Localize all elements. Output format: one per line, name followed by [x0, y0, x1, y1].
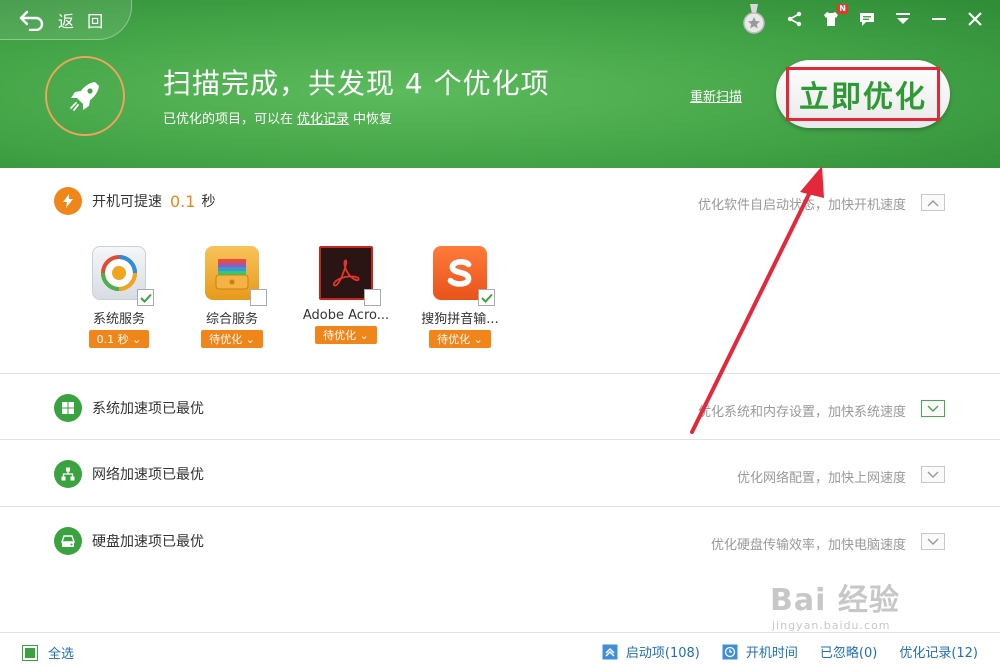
- rocket-badge: [45, 56, 125, 136]
- startup-items-label: 启动项(108): [625, 646, 700, 661]
- back-arrow-icon: [19, 10, 44, 31]
- app-name: 系统服务: [92, 312, 145, 327]
- subtitle-prefix: 已优化的项目，可以在: [163, 112, 294, 127]
- chat-icon[interactable]: [856, 8, 878, 30]
- optimize-history-link[interactable]: 优化记录: [297, 112, 349, 127]
- app-icon-wrap: [433, 246, 495, 306]
- network-section-header: 网络加速项已最优: [54, 460, 204, 488]
- boot-speed-unit: 秒: [201, 194, 216, 210]
- app-name: Adobe Acro...: [302, 308, 390, 323]
- rocket-icon: [70, 82, 99, 111]
- select-all-label: 全选: [48, 647, 75, 662]
- disk-section-header: 硬盘加速项已最优: [54, 527, 204, 555]
- back-label: 返 回: [58, 11, 108, 31]
- shirt-icon[interactable]: N: [820, 4, 848, 30]
- optimize-now-label: 立即优化: [786, 67, 940, 121]
- lightning-icon: [54, 187, 82, 215]
- app-checkbox-checked[interactable]: [137, 289, 154, 306]
- app-status-dropdown[interactable]: 0.1 秒 ⌄: [88, 330, 150, 348]
- chevron-down-icon: [927, 471, 939, 478]
- footer-bar: 全选 启动项(108) 开机时间 已忽略(0) 优化记录(12): [0, 632, 1000, 667]
- boot-description: 优化软件自启动状态，加快开机速度: [697, 198, 906, 213]
- app-name: 综合服务: [205, 312, 258, 327]
- app-icon-wrap: [205, 246, 267, 306]
- system-section: 系统加速项已最优 优化系统和内存设置，加快系统速度: [0, 374, 1000, 440]
- chevron-down-icon: [927, 405, 939, 412]
- scan-result-title: 扫描完成，共发现 4 个优化项: [163, 67, 550, 100]
- watermark-brand: Bai 经验: [770, 583, 900, 618]
- system-expand-toggle[interactable]: [921, 400, 945, 417]
- ignored-label: 已忽略(0): [819, 646, 878, 661]
- clock-icon: [722, 644, 738, 659]
- optimize-records-label: 优化记录(12): [899, 646, 978, 661]
- app-checkbox-unchecked[interactable]: [250, 289, 267, 306]
- network-expand-toggle[interactable]: [921, 466, 945, 483]
- optimize-records-link[interactable]: 优化记录(12): [899, 642, 978, 661]
- checkmark-icon: [480, 293, 493, 303]
- app-tile-adobe-acrobat[interactable]: Adobe Acro... 待优化 ⌄: [291, 246, 401, 344]
- checkmark-icon: [139, 293, 152, 303]
- app-status-dropdown[interactable]: 待优化 ⌄: [315, 326, 377, 344]
- menu-icon[interactable]: [892, 8, 914, 30]
- chevron-up-icon: [927, 199, 939, 206]
- network-section: 网络加速项已最优 优化网络配置，加快上网速度: [0, 440, 1000, 507]
- boot-time-link[interactable]: 开机时间: [722, 642, 798, 661]
- disk-title: 硬盘加速项已最优: [92, 534, 204, 550]
- app-status-dropdown[interactable]: 待优化 ⌄: [201, 330, 263, 348]
- back-button[interactable]: 返 回: [0, 0, 132, 40]
- minimize-icon[interactable]: [928, 8, 950, 30]
- rescan-link[interactable]: 重新扫描: [690, 86, 742, 105]
- app-checkbox-checked[interactable]: [478, 289, 495, 306]
- window-toolbar: N: [742, 4, 986, 34]
- select-all-checkbox[interactable]: 全选: [22, 643, 74, 662]
- subtitle-suffix: 中恢复: [353, 112, 393, 127]
- network-description: 优化网络配置，加快上网速度: [736, 471, 906, 486]
- startup-items-link[interactable]: 启动项(108): [602, 642, 700, 661]
- ignored-link[interactable]: 已忽略(0): [820, 642, 877, 661]
- app-tile-system-service[interactable]: 系统服务 0.1 秒 ⌄: [64, 246, 174, 348]
- baidu-watermark: Bai 经验 jingyan.baidu.com: [770, 575, 900, 632]
- system-section-header: 系统加速项已最优: [54, 394, 204, 422]
- share-icon[interactable]: [784, 8, 806, 30]
- system-description: 优化系统和内存设置，加快系统速度: [697, 405, 906, 420]
- startup-icon: [602, 644, 618, 659]
- header-banner: 返 回 N 扫描完成，共发现 4 个优化项 已优化的项目，可以在 优化记录 中恢…: [0, 0, 1000, 168]
- boot-collapse-toggle[interactable]: [921, 194, 945, 211]
- system-title: 系统加速项已最优: [92, 401, 204, 417]
- app-icon-wrap: [92, 246, 154, 306]
- boot-section: 开机可提速 0.1 秒 优化软件自启动状态，加快开机速度 系统服务 0.1 秒 …: [0, 168, 1000, 374]
- windows-icon: [54, 394, 82, 422]
- boot-time-label: 开机时间: [745, 646, 798, 661]
- boot-title: 开机可提速: [92, 194, 162, 210]
- disk-description: 优化硬盘传输效率，加快电脑速度: [710, 538, 906, 553]
- footer-links: 启动项(108) 开机时间 已忽略(0) 优化记录(12): [602, 642, 978, 661]
- chevron-down-icon: [927, 538, 939, 545]
- close-icon[interactable]: [964, 8, 986, 30]
- app-status-dropdown[interactable]: 待优化 ⌄: [429, 330, 491, 348]
- network-icon: [54, 460, 82, 488]
- app-tile-general-service[interactable]: 综合服务 待优化 ⌄: [177, 246, 287, 348]
- medal-icon[interactable]: [742, 4, 766, 34]
- app-icon-wrap: [319, 246, 381, 306]
- boot-speed-value: 0.1: [170, 191, 196, 211]
- disk-expand-toggle[interactable]: [921, 533, 945, 550]
- app-tile-sogou-pinyin[interactable]: 搜狗拼音输... 待优化 ⌄: [405, 246, 515, 348]
- network-title: 网络加速项已最优: [92, 467, 204, 483]
- optimize-now-button[interactable]: 立即优化: [776, 60, 950, 128]
- scan-subtitle: 已优化的项目，可以在 优化记录 中恢复: [163, 108, 392, 127]
- disk-section: 硬盘加速项已最优 优化硬盘传输效率，加快电脑速度: [0, 507, 1000, 575]
- boot-section-header: 开机可提速 0.1 秒: [54, 187, 215, 215]
- app-name: 搜狗拼音输...: [421, 312, 499, 327]
- app-checkbox-unchecked[interactable]: [364, 289, 381, 306]
- notification-badge: N: [837, 4, 848, 14]
- disk-icon: [54, 527, 82, 555]
- select-all-box: [22, 644, 38, 661]
- watermark-url: jingyan.baidu.com: [772, 619, 891, 632]
